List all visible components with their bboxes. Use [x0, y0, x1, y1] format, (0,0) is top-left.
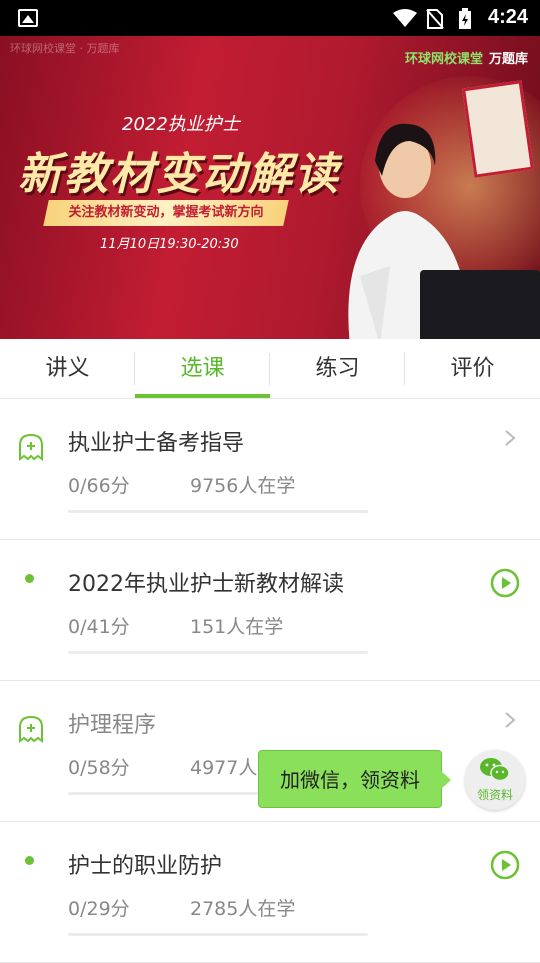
play-icon[interactable] — [490, 568, 520, 598]
progress-bar — [68, 510, 368, 513]
chapter-dot — [25, 856, 34, 865]
banner-datetime: 11月10日19:30-20:30 — [100, 237, 239, 252]
ghost-plus-icon — [19, 715, 43, 743]
chevron-right-icon[interactable] — [504, 429, 516, 447]
chevron-right-icon[interactable] — [504, 711, 516, 729]
tab-select-course[interactable]: 选课 — [135, 339, 270, 398]
laptop-illustration — [420, 270, 540, 339]
course-title: 执业护士备考指导 — [68, 431, 245, 456]
chapter-dot — [25, 574, 34, 583]
clock: 4:24 — [487, 6, 528, 28]
course-score: 0/58分 — [68, 757, 130, 779]
course-title: 护理程序 — [68, 713, 157, 738]
course-score: 0/29分 — [68, 898, 130, 920]
progress-bar — [68, 933, 368, 936]
course-title: 2022年执业护士新教材解读 — [68, 572, 344, 597]
banner-headline: 新教材变动解读 — [18, 149, 340, 200]
course-learners: 9756人在学 — [190, 475, 296, 497]
course-list: 执业护士备考指导 0/66分 9756人在学 2022年执业护士新教材解读 0/… — [0, 399, 540, 963]
course-score: 0/66分 — [68, 475, 130, 497]
course-item[interactable]: 护士的职业防护 0/29分 2785人在学 — [0, 822, 540, 963]
course-title: 护士的职业防护 — [68, 854, 223, 879]
no-sim-icon — [426, 9, 444, 29]
brand-name: 环球网校课堂 — [404, 52, 483, 67]
course-item[interactable]: 2022年执业护士新教材解读 0/41分 151人在学 — [0, 540, 540, 681]
wechat-promo-tooltip[interactable]: 加微信，领资料 — [258, 750, 451, 808]
brand-logo: 环球网校课堂 万题库 — [405, 48, 528, 67]
progress-bar — [68, 651, 368, 654]
wechat-fab-button[interactable]: 领资料 — [465, 750, 525, 810]
tab-reviews[interactable]: 评价 — [405, 339, 540, 398]
ribbon-text: 关注教材新变动，掌握考试新方向 — [68, 205, 264, 220]
tab-practice[interactable]: 练习 — [270, 339, 405, 398]
brand-name-secondary: 万题库 — [488, 52, 528, 67]
battery-charging-icon — [459, 8, 471, 29]
course-banner[interactable]: 环球网校课堂 · 万题库 环球网校课堂 万题库 2022执业护士 新教材变动解读 … — [0, 36, 540, 339]
tab-handout[interactable]: 讲义 — [0, 339, 135, 398]
course-learners: 151人在学 — [190, 616, 284, 638]
image-notification-icon — [18, 9, 38, 27]
watermark-brand: 环球网校课堂 · 万题库 — [10, 42, 120, 55]
banner-ribbon: 关注教材新变动，掌握考试新方向 — [43, 200, 289, 226]
wechat-icon — [480, 758, 510, 782]
wechat-fab-label: 领资料 — [476, 788, 513, 802]
wifi-icon — [393, 9, 417, 27]
course-score: 0/41分 — [68, 616, 130, 638]
promo-text: 加微信，领资料 — [280, 768, 420, 792]
banner-subtitle: 2022执业护士 — [122, 114, 240, 135]
course-learners: 2785人在学 — [190, 898, 296, 920]
course-item[interactable]: 执业护士备考指导 0/66分 9756人在学 — [0, 399, 540, 540]
status-bar: 4:24 — [0, 0, 540, 36]
course-tabs: 讲义 选课 练习 评价 — [0, 339, 540, 399]
ghost-plus-icon — [19, 433, 43, 461]
play-icon[interactable] — [490, 850, 520, 880]
